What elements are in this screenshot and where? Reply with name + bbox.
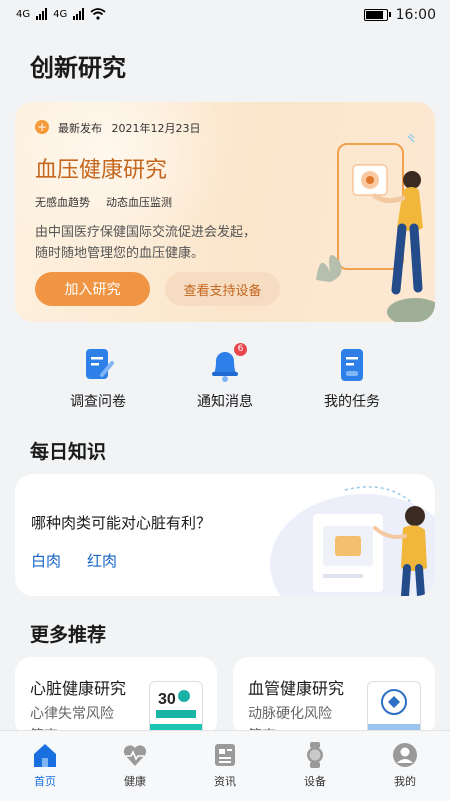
option-red-meat[interactable]: 红肉: [87, 550, 117, 571]
quick-actions: 调查问卷 6 通知消息 我的任务: [15, 343, 435, 415]
heart-study-card[interactable]: 心脏健康研究 心律失常风险 筛查 30: [15, 657, 217, 737]
hero-tag: 无感血趋势: [35, 196, 90, 209]
hero-tag: 动态血压监测: [106, 196, 172, 209]
card-title: 血管健康研究: [248, 679, 345, 698]
tab-home-label: 首页: [34, 775, 56, 788]
my-tasks-label: 我的任务: [324, 394, 380, 410]
tab-news[interactable]: 资讯: [180, 731, 270, 801]
bottom-tab-bar: 首页 健康 资讯 设备 我的: [0, 730, 450, 801]
questionnaire-label: 调查问卷: [70, 394, 126, 410]
home-icon: [34, 744, 56, 767]
status-bar: 4G 4G 16:00: [0, 0, 450, 32]
tab-home[interactable]: 首页: [0, 731, 90, 801]
questionnaire-button[interactable]: 调查问卷: [43, 345, 153, 411]
tab-health-label: 健康: [124, 775, 146, 788]
option-white-meat[interactable]: 白肉: [31, 550, 61, 571]
bell-icon: 6: [205, 343, 247, 385]
hero-desc-line: 随时随地管理您的血压健康。: [35, 246, 205, 261]
notifications-button[interactable]: 6 通知消息: [170, 343, 280, 411]
heart-pulse-icon: [123, 745, 147, 766]
my-tasks-button[interactable]: 我的任务: [297, 345, 407, 411]
card-subtitle-line: 动脉硬化风险: [248, 706, 332, 722]
page-title: 创新研究: [30, 54, 126, 82]
wifi-icon: [90, 8, 106, 20]
knowledge-illustration: [270, 486, 435, 596]
heart-study-logo: 30: [149, 681, 203, 737]
tab-devices[interactable]: 设备: [270, 731, 360, 801]
notification-badge: 6: [234, 343, 247, 356]
view-devices-button[interactable]: 查看支持设备: [165, 272, 280, 306]
hero-tags: 无感血趋势 动态血压监测: [35, 194, 172, 210]
signal-2-label: 4G: [53, 8, 68, 20]
vascular-study-card[interactable]: 血管健康研究 动脉硬化风险 筛查: [233, 657, 435, 737]
plus-icon: +: [35, 120, 49, 134]
hero-banner[interactable]: + 最新发布 2021年12月23日 血压健康研究 无感血趋势 动态血压监测 由…: [15, 102, 435, 322]
signal-1-icon: [36, 8, 48, 20]
tab-profile-label: 我的: [394, 775, 416, 788]
card-subtitle-line: 心律失常风险: [30, 706, 114, 722]
hero-description: 由中国医疗保健国际交流促进会发起， 随时随地管理您的血压健康。: [35, 222, 315, 264]
join-study-button[interactable]: 加入研究: [35, 272, 150, 306]
clock: 16:00: [395, 7, 436, 23]
notifications-label: 通知消息: [197, 394, 253, 410]
recommend-section-title: 更多推荐: [30, 624, 107, 646]
release-date: 2021年12月23日: [111, 122, 201, 135]
card-title: 心脏健康研究: [30, 679, 127, 698]
hero-title: 血压健康研究: [35, 158, 168, 183]
news-icon: [215, 744, 235, 766]
tab-health[interactable]: 健康: [90, 731, 180, 801]
release-label: 最新发布: [58, 122, 102, 135]
signal-2-icon: [73, 8, 85, 20]
release-info: 最新发布 2021年12月23日: [58, 120, 201, 136]
vascular-study-logo: [367, 681, 421, 737]
svg-text:30: 30: [158, 691, 176, 708]
watch-icon: [307, 742, 323, 768]
profile-icon: [393, 743, 417, 767]
battery-icon: [363, 9, 391, 21]
tab-devices-label: 设备: [304, 775, 326, 788]
questionnaire-icon: [78, 345, 118, 385]
task-icon: [332, 345, 372, 385]
signal-1-label: 4G: [16, 8, 31, 20]
knowledge-section-title: 每日知识: [30, 441, 107, 463]
hero-desc-line: 由中国医疗保健国际交流促进会发起，: [35, 225, 257, 240]
tab-news-label: 资讯: [214, 775, 236, 788]
hero-illustration: [316, 133, 435, 322]
knowledge-question: 哪种肉类可能对心脏有利？: [31, 514, 212, 532]
tab-profile[interactable]: 我的: [360, 731, 450, 801]
knowledge-card[interactable]: 哪种肉类可能对心脏有利？ 白肉 红肉: [15, 474, 435, 596]
knowledge-options: 白肉 红肉: [31, 550, 117, 571]
